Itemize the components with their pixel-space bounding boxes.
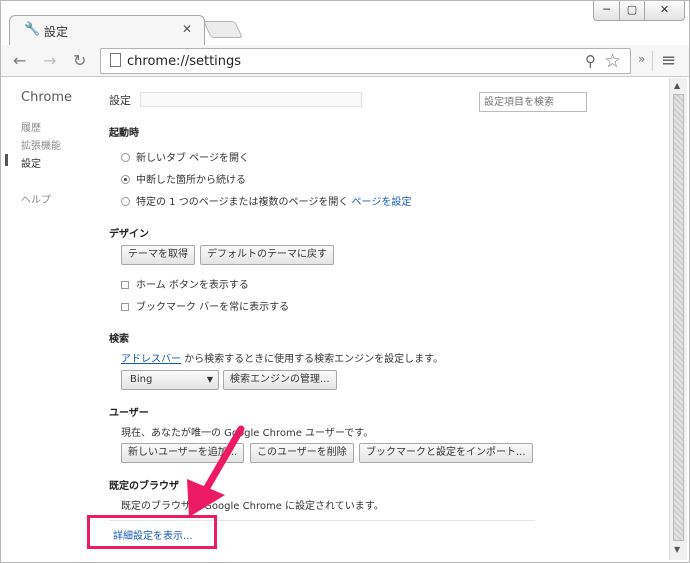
scroll-down-icon[interactable]: ▼	[674, 545, 680, 554]
page-icon	[110, 53, 121, 67]
settings-page: Chrome 履歴 拡張機能 設定 ヘルプ 設定 起動時 新しいタブ ページを開…	[2, 78, 669, 562]
tab-title: 設定	[44, 25, 69, 39]
extensions-overflow-icon[interactable]: »	[638, 52, 645, 66]
scroll-up-icon[interactable]: ▲	[674, 81, 680, 90]
address-bar[interactable]: chrome://settings ⚲ ☆	[100, 48, 631, 74]
dropdown-caret-icon: ▼	[206, 375, 213, 384]
bookmark-star-icon[interactable]: ☆	[604, 50, 621, 72]
search-icon[interactable]: ⚲	[585, 52, 596, 70]
url-text[interactable]: chrome://settings	[127, 54, 241, 69]
maximize-button[interactable]: ▢	[619, 1, 645, 21]
checkbox-icon[interactable]	[121, 281, 129, 289]
appearance-heading: デザイン	[109, 229, 149, 240]
delete-user-button[interactable]: このユーザーを削除	[250, 443, 354, 463]
toolbar: ← → ↻ chrome://settings ⚲ ☆ » ≡	[1, 45, 689, 77]
radio-selected-icon[interactable]	[121, 175, 130, 184]
tab-settings[interactable]: 🔧 設定 ✕	[9, 15, 205, 45]
annotation-highlight-box	[87, 515, 217, 549]
back-icon[interactable]: ←	[13, 51, 26, 70]
import-bookmarks-button[interactable]: ブックマークと設定をインポート...	[359, 443, 533, 463]
startup-option-newtab[interactable]: 新しいタブ ページを開く	[121, 149, 249, 164]
manage-search-engines-button[interactable]: 検索エンジンの管理...	[223, 370, 337, 390]
startup-option-specific[interactable]: 特定の 1 つのページまたは複数のページを開く ページを設定	[121, 193, 411, 208]
startup-heading: 起動時	[109, 128, 139, 139]
show-home-option[interactable]: ホーム ボタンを表示する	[121, 276, 249, 291]
toolbar-divider	[652, 51, 653, 71]
overlay-bar	[140, 92, 362, 107]
add-user-button[interactable]: 新しいユーザーを追加...	[121, 443, 245, 463]
default-browser-heading: 既定のブラウザ	[109, 481, 179, 492]
users-heading: ユーザー	[109, 408, 149, 419]
radio-icon[interactable]	[121, 197, 130, 206]
forward-icon[interactable]: →	[43, 51, 56, 70]
sidebar-item-settings[interactable]: 設定	[21, 155, 41, 170]
startup-option-continue[interactable]: 中断した箇所から続ける	[121, 171, 246, 186]
close-window-button[interactable]: ✕	[644, 1, 685, 21]
search-heading: 検索	[109, 334, 129, 345]
radio-icon[interactable]	[121, 153, 130, 162]
menu-icon[interactable]: ≡	[661, 50, 676, 71]
scrollbar-thumb[interactable]	[673, 94, 684, 541]
omnibox-link[interactable]: アドレスバー	[121, 354, 181, 365]
search-description: アドレスバー から検索するときに使用する検索エンジンを設定します。	[121, 354, 444, 365]
title-bar: ─ ▢ ✕ 🔧 設定 ✕	[1, 1, 689, 45]
vertical-scrollbar[interactable]: ▲ ▼	[669, 78, 687, 560]
page-title: 設定	[109, 94, 131, 107]
search-engine-select[interactable]: Bing ▼	[121, 370, 219, 390]
reset-theme-button[interactable]: デフォルトのテーマに戻す	[200, 245, 334, 265]
checkbox-icon[interactable]	[121, 303, 129, 311]
wrench-icon: 🔧	[24, 22, 41, 37]
show-bookmarks-option[interactable]: ブックマーク バーを常に表示する	[121, 298, 289, 313]
sidebar: Chrome 履歴 拡張機能 設定 ヘルプ	[2, 78, 102, 562]
sidebar-brand: Chrome	[21, 90, 72, 105]
get-themes-button[interactable]: テーマを取得	[121, 245, 195, 265]
sidebar-item-help[interactable]: ヘルプ	[21, 191, 51, 206]
sidebar-item-extensions[interactable]: 拡張機能	[21, 137, 61, 152]
sidebar-item-history[interactable]: 履歴	[21, 119, 41, 134]
minimize-button[interactable]: ─	[593, 1, 620, 21]
set-pages-link[interactable]: ページを設定	[352, 197, 412, 208]
reload-icon[interactable]: ↻	[73, 51, 86, 70]
sidebar-active-indicator	[5, 154, 8, 166]
browser-window: ─ ▢ ✕ 🔧 設定 ✕ ← → ↻ chrome://settings ⚲ ☆…	[0, 0, 690, 563]
users-description: 現在、あなたが唯一の Google Chrome ユーザーです。	[121, 428, 374, 439]
settings-search-input[interactable]	[479, 92, 587, 112]
tab-close-icon[interactable]: ✕	[182, 22, 192, 36]
default-browser-description: 既定のブラウザは Google Chrome に設定されています。	[121, 501, 384, 512]
new-tab-button[interactable]	[203, 21, 243, 38]
